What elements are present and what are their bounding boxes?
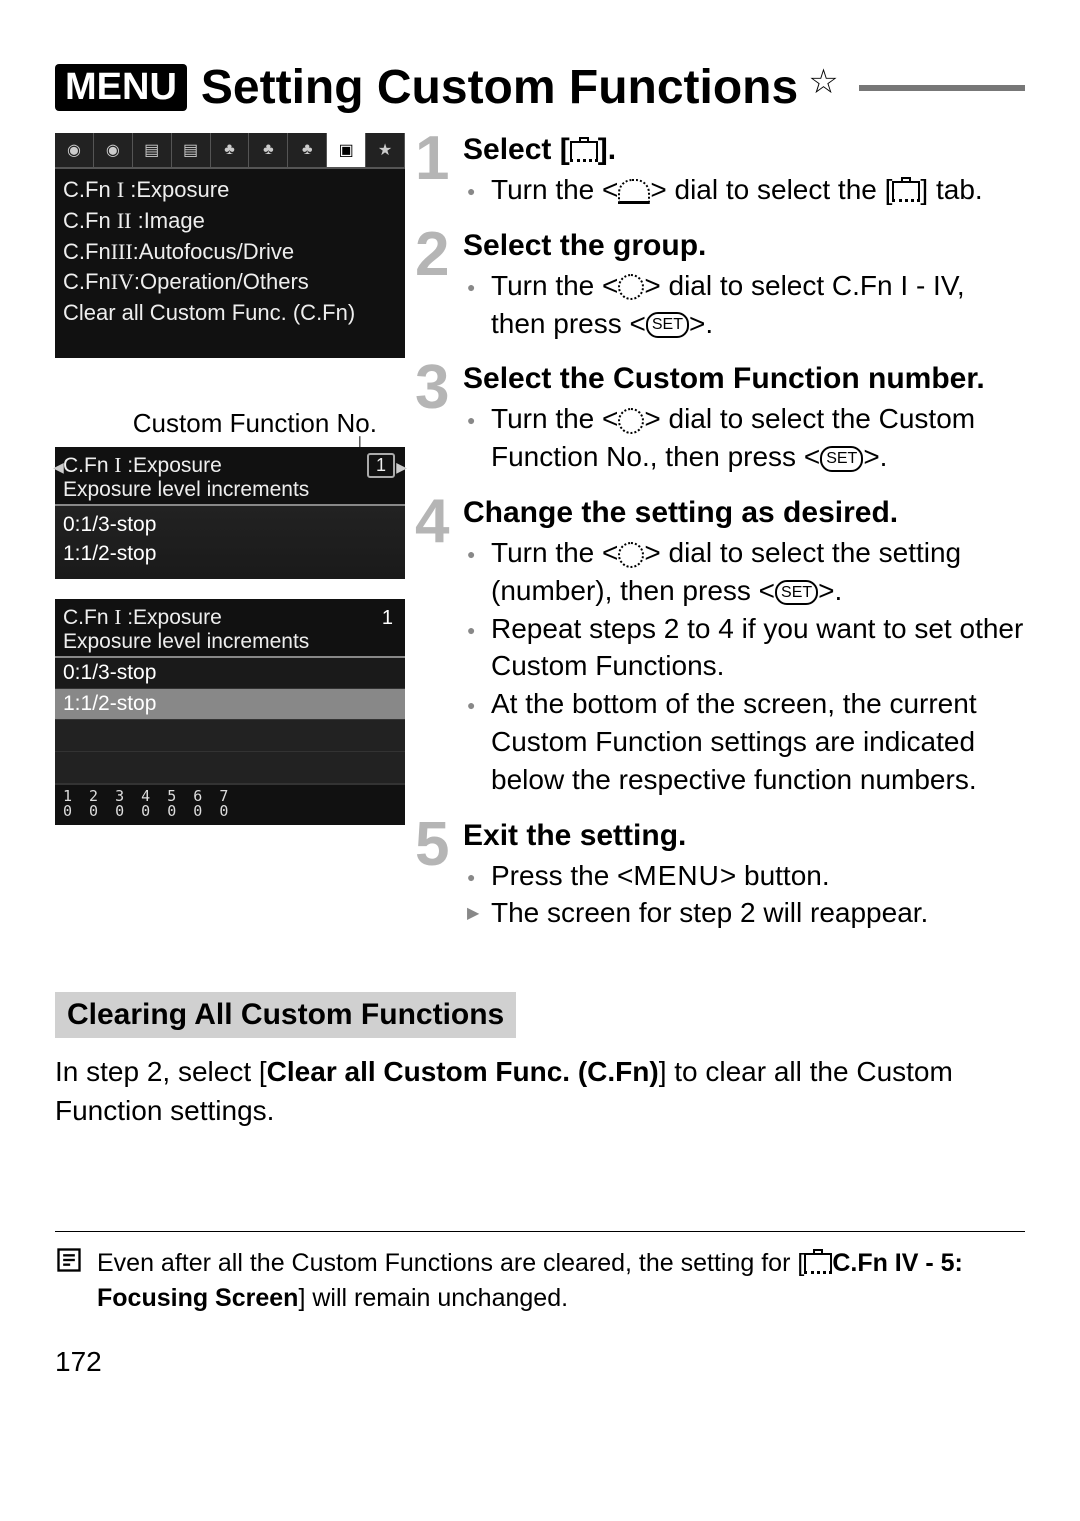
step-number: 2: [415, 229, 463, 355]
quick-dial-icon: [618, 408, 644, 434]
cfn-header-2: Exposure level increments: [63, 478, 309, 501]
status-row: 0 0 0 0 0 0 0: [63, 804, 397, 819]
cfn-number-label: Custom Function No.: [55, 408, 405, 439]
menu-item: C.Fn I :Exposure: [63, 175, 397, 206]
tab-bar: ◉ ◉ ▤ ▤ ♣ ♣ ♣ ▣ ★: [55, 133, 405, 169]
step-number: 5: [415, 819, 463, 945]
step-4: 4 Change the setting as desired. Turn th…: [415, 496, 1025, 811]
step-number: 1: [415, 133, 463, 221]
step-2: 2 Select the group. Turn the <> dial to …: [415, 229, 1025, 355]
note-icon: [55, 1246, 85, 1316]
menu-item: C.FnIII:Autofocus/Drive: [63, 237, 397, 268]
camera-screen-cfn-select: ◀ C.Fn I :Exposure Exposure level increm…: [55, 447, 405, 579]
camera-cfn-icon: [804, 1253, 832, 1274]
tab: ♣: [288, 133, 327, 167]
page-title-row: MENU Setting Custom Functions ☆: [55, 60, 1025, 115]
quick-dial-icon: [618, 542, 644, 568]
note-text: Even after all the Custom Functions are …: [97, 1246, 1025, 1316]
menu-list: C.Fn I :Exposure C.Fn II :Image C.FnIII:…: [55, 169, 405, 335]
camera-cfn-icon: [570, 141, 598, 162]
tab-selected: ▣: [327, 133, 366, 167]
set-button-icon: SET: [775, 580, 818, 606]
step-bullet: Turn the <> dial to select the Custom Fu…: [463, 400, 1025, 476]
tab: ◉: [94, 133, 133, 167]
step-title: Select the Custom Function number.: [463, 362, 1025, 396]
tab: ★: [366, 133, 405, 167]
step-number: 4: [415, 496, 463, 811]
step-title: Select [].: [463, 133, 1025, 167]
main-dial-icon: [618, 179, 650, 204]
option-row: 0:1/3-stop: [63, 510, 397, 539]
tab: ▤: [133, 133, 172, 167]
option-row-empty: [55, 720, 405, 752]
menu-item: C.Fn II :Image: [63, 206, 397, 237]
step-number: 3: [415, 362, 463, 488]
step-result: The screen for step 2 will reappear.: [463, 894, 1025, 932]
clearing-text: In step 2, select [Clear all Custom Func…: [55, 1052, 1025, 1130]
menu-badge: MENU: [55, 64, 187, 111]
quick-dial-icon: [618, 274, 644, 300]
step-1: 1 Select []. Turn the <> dial to select …: [415, 133, 1025, 221]
step-bullet: Press the <MENU> button.: [463, 857, 1025, 895]
option-row: 1:1/2-stop: [63, 539, 397, 568]
step-5: 5 Exit the setting. Press the <MENU> but…: [415, 819, 1025, 945]
step-bullet: Turn the <> dial to select the [] tab.: [463, 171, 1025, 209]
page-title: Setting Custom Functions: [201, 60, 798, 115]
clearing-heading: Clearing All Custom Functions: [55, 992, 516, 1038]
set-button-icon: SET: [820, 446, 863, 472]
cfn-number-badge: 1: [367, 453, 395, 478]
step-bullet: Turn the <> dial to select the setting (…: [463, 534, 1025, 610]
step-bullet: Repeat steps 2 to 4 if you want to set o…: [463, 610, 1025, 686]
cfn-header-2: Exposure level increments: [63, 630, 309, 653]
camera-cfn-icon: [892, 181, 920, 202]
cfn-status-numbers: 1 2 3 4 5 6 7 0 0 0 0 0 0 0: [55, 784, 405, 825]
right-arrow-icon: ▶: [396, 459, 407, 476]
tab: ♣: [249, 133, 288, 167]
step-bullet: Turn the <> dial to select C.Fn I - IV, …: [463, 267, 1025, 343]
option-row-selected: 1:1/2-stop: [55, 689, 405, 720]
camera-screen-menu: ◉ ◉ ▤ ▤ ♣ ♣ ♣ ▣ ★ C.Fn I :Exposure C.Fn …: [55, 133, 405, 358]
menu-item: C.FnIV:Operation/Others: [63, 267, 397, 298]
option-row: 0:1/3-stop: [55, 658, 405, 689]
step-title: Exit the setting.: [463, 819, 1025, 853]
set-button-icon: SET: [646, 312, 689, 338]
cfn-number: 1: [382, 607, 393, 630]
note-row: Even after all the Custom Functions are …: [55, 1231, 1025, 1316]
star-icon: ☆: [808, 62, 838, 102]
left-arrow-icon: ◀: [53, 459, 64, 476]
step-title: Select the group.: [463, 229, 1025, 263]
menu-item: Clear all Custom Func. (C.Fn): [63, 298, 397, 329]
step-title: Change the setting as desired.: [463, 496, 1025, 530]
step-bullet: At the bottom of the screen, the current…: [463, 685, 1025, 798]
cfn-header-1: C.Fn I :Exposure: [63, 454, 222, 477]
page-number: 172: [55, 1346, 1025, 1378]
tab: ▤: [172, 133, 211, 167]
tab: ◉: [55, 133, 94, 167]
title-rule: [859, 85, 1025, 91]
camera-screen-cfn-set: C.Fn I :Exposure Exposure level incremen…: [55, 599, 405, 825]
option-row-empty: [55, 752, 405, 784]
cfn-header-1: C.Fn I :Exposure: [63, 606, 222, 629]
step-3: 3 Select the Custom Function number. Tur…: [415, 362, 1025, 488]
menu-text-icon: MENU: [633, 860, 719, 891]
tab: ♣: [211, 133, 250, 167]
